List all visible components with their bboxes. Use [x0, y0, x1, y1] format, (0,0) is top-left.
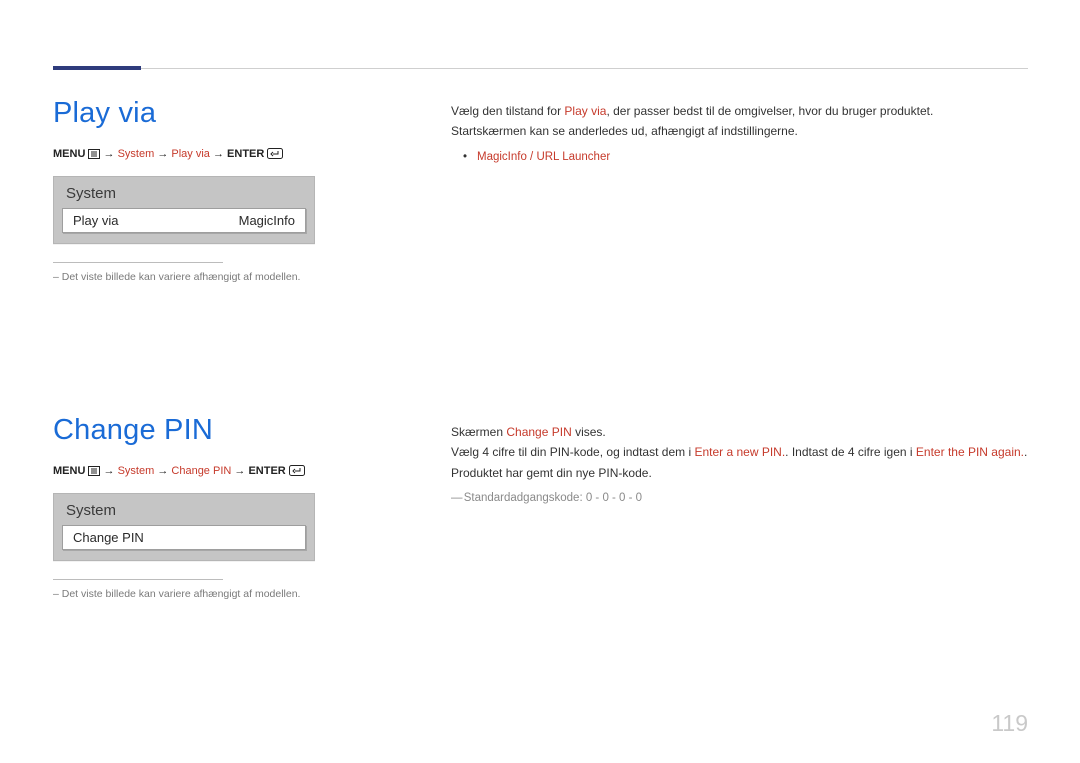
note-divider — [53, 262, 223, 263]
osd-row-value: MagicInfo — [239, 213, 295, 228]
osd-row-label: Play via — [73, 213, 119, 228]
osd-header: System — [54, 177, 314, 208]
body-play-via: Vælg den tilstand for Play via, der pass… — [451, 101, 1031, 167]
menu-icon — [88, 465, 103, 477]
osd-panel-change-pin: System Change PIN — [53, 493, 315, 561]
osd-header: System — [54, 494, 314, 525]
divider-top — [53, 68, 1028, 69]
note-change-pin: – Det viste billede kan variere afhængig… — [53, 588, 383, 600]
page-number: 119 — [991, 710, 1028, 737]
note-play-via: – Det viste billede kan variere afhængig… — [53, 271, 383, 283]
default-pin-note: Standardadgangskode: 0 - 0 - 0 - 0 — [451, 489, 1031, 509]
body-change-pin: Skærmen Change PIN vises. Vælg 4 cifre t… — [451, 422, 1031, 509]
breadcrumb-change-pin: MENU → System → Change PIN → ENTER — [53, 465, 383, 477]
osd-row-change-pin[interactable]: Change PIN — [62, 525, 306, 550]
heading-play-via: Play via — [53, 97, 383, 130]
breadcrumb-play-via: MENU → System → Play via → ENTER — [53, 148, 383, 160]
osd-panel-play-via: System Play via MagicInfo — [53, 176, 315, 244]
nav-menu-label: MENU — [53, 148, 85, 160]
enter-icon — [267, 148, 283, 160]
nav-menu-label: MENU — [53, 465, 85, 477]
divider-accent — [53, 66, 141, 70]
enter-icon — [289, 465, 305, 477]
note-divider — [53, 579, 223, 580]
osd-row-play-via[interactable]: Play via MagicInfo — [62, 208, 306, 233]
osd-row-label: Change PIN — [73, 530, 144, 545]
heading-change-pin: Change PIN — [53, 414, 383, 447]
bullet-magicinfo: MagicInfo / URL Launcher — [477, 148, 1031, 168]
menu-icon — [88, 148, 103, 160]
